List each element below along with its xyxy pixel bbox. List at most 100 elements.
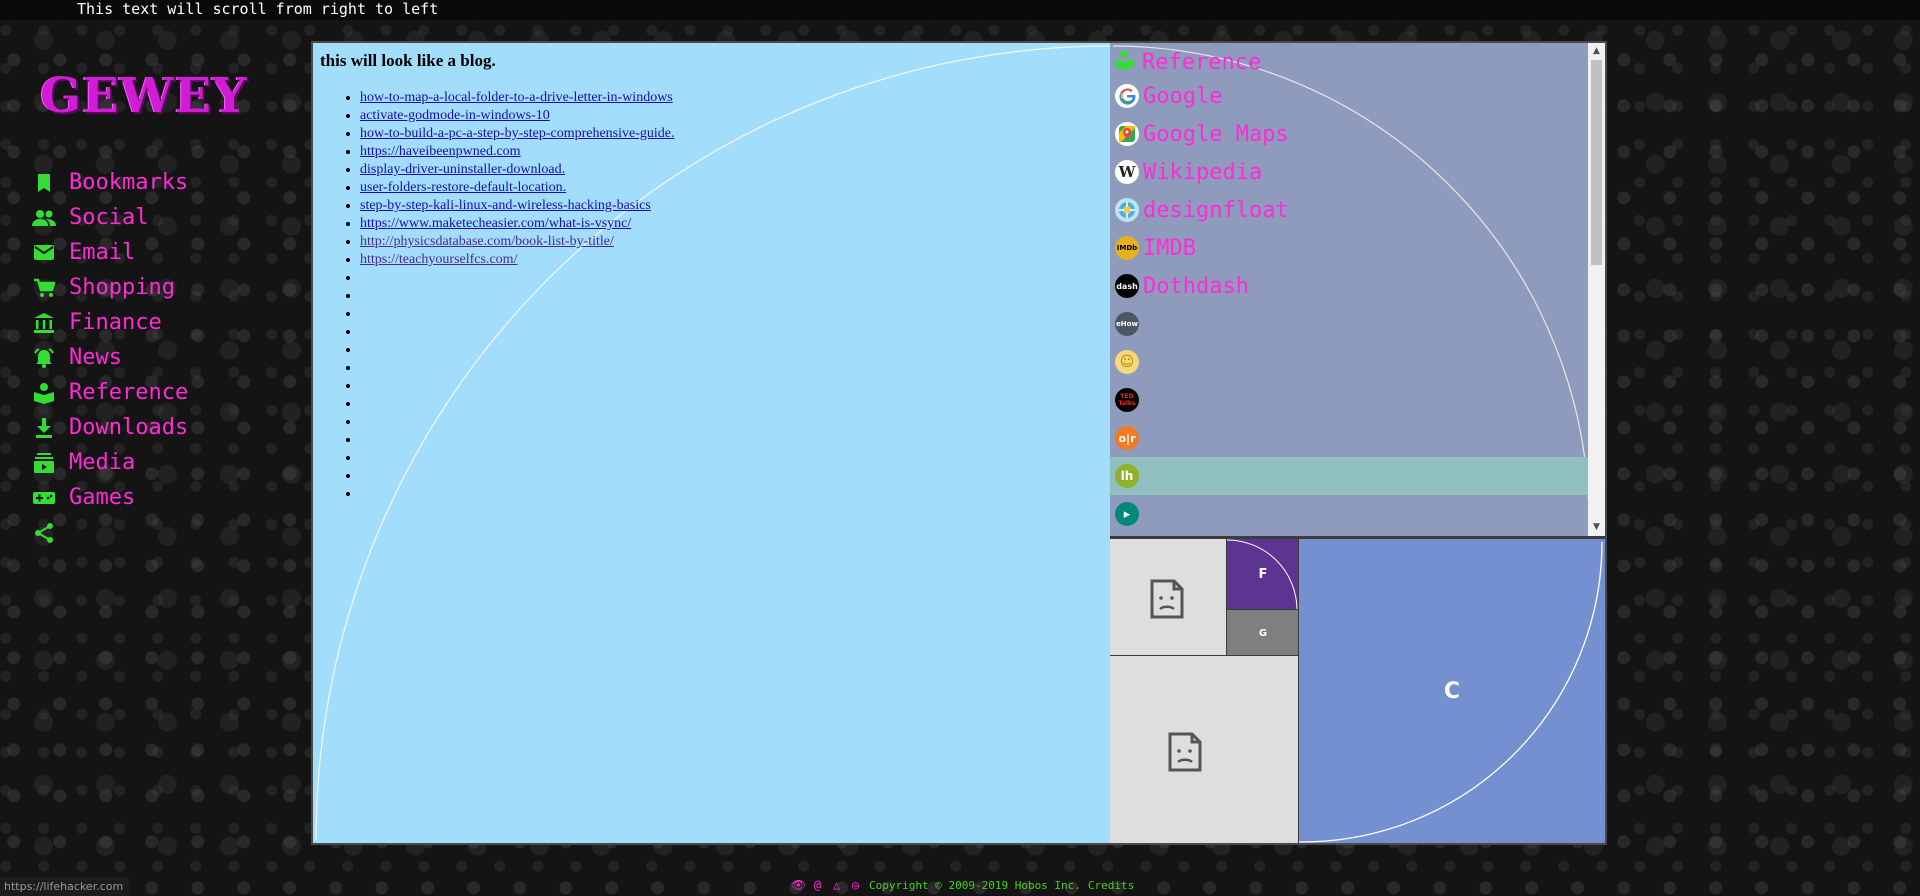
- reference-heading: Reference: [1114, 49, 1261, 75]
- imdb-icon: IMDb: [1115, 236, 1139, 260]
- nav-label: Bookmarks: [69, 169, 189, 195]
- cart-icon: [32, 276, 56, 300]
- main-frame: this will look like a blog. how-to-map-a…: [311, 41, 1607, 845]
- nav-item-reference[interactable]: Reference: [32, 375, 188, 410]
- ehow-icon: eHow: [1115, 312, 1139, 336]
- broken-image-tile-small[interactable]: [1110, 539, 1227, 656]
- smiley-icon: ☺: [1115, 350, 1139, 374]
- list-item: how-to-build-a-pc-a-step-by-step-compreh…: [360, 125, 675, 143]
- empty-list-item: [360, 377, 675, 395]
- list-item-or[interactable]: o|r: [1110, 419, 1588, 457]
- nav-item-social[interactable]: Social: [32, 200, 188, 235]
- list-item: https://teachyourselfcs.com/: [360, 251, 675, 269]
- credits-link[interactable]: Credits: [1088, 879, 1134, 892]
- blog-link[interactable]: how-to-build-a-pc-a-step-by-step-compreh…: [360, 126, 675, 141]
- list-item-label: Dothdash: [1143, 273, 1249, 299]
- empty-list-item: [360, 449, 675, 467]
- marquee-text: This text will scroll from right to left: [77, 0, 439, 18]
- alarm-icon: [32, 346, 56, 370]
- scroll-up-arrow-icon[interactable]: ▲: [1588, 43, 1605, 60]
- blog-link[interactable]: activate-godmode-in-windows-10: [360, 108, 550, 123]
- nav-item-games[interactable]: Games: [32, 480, 188, 515]
- status-bar-url: https://lifehacker.com: [0, 877, 130, 896]
- empty-list-item: [360, 269, 675, 287]
- bank-icon: [32, 311, 56, 335]
- gamepad-icon: [32, 486, 56, 510]
- empty-list-item: [360, 467, 675, 485]
- nav-item-downloads[interactable]: Downloads: [32, 410, 188, 445]
- nav-item-bookmarks[interactable]: Bookmarks: [32, 165, 188, 200]
- eye-icon[interactable]: 👁: [789, 878, 808, 892]
- empty-list-item: [360, 287, 675, 305]
- empty-list-item: [360, 359, 675, 377]
- media-icon: [32, 451, 56, 475]
- list-item-imdb[interactable]: IMDb IMDB: [1110, 229, 1588, 267]
- right-panel: Reference Google Google Maps W Wikipedia…: [1110, 43, 1605, 843]
- list-item-wikipedia[interactable]: W Wikipedia: [1110, 153, 1588, 191]
- envelope-icon: [32, 241, 56, 265]
- nav-label: Downloads: [69, 414, 189, 440]
- empty-list-item: [360, 341, 675, 359]
- broken-image-icon: [1150, 579, 1184, 619]
- site-logo[interactable]: GEWEY: [40, 68, 260, 124]
- designfloat-icon: [1115, 198, 1139, 222]
- list-item-designfloat[interactable]: designfloat: [1110, 191, 1588, 229]
- list-item-ehow[interactable]: eHow: [1110, 305, 1588, 343]
- list-item-google-maps[interactable]: Google Maps: [1110, 115, 1588, 153]
- broken-image-icon: [1168, 732, 1202, 772]
- scrollbar-thumb[interactable]: [1591, 60, 1602, 265]
- share-icon: [32, 521, 56, 545]
- list-item-google[interactable]: Google: [1110, 77, 1588, 115]
- blog-link[interactable]: https://teachyourselfcs.com/: [360, 252, 517, 267]
- tile-border: [1110, 655, 1299, 656]
- reference-scrollbar[interactable]: ▲ ▼: [1588, 43, 1605, 536]
- list-item-bing[interactable]: ▸: [1110, 495, 1588, 533]
- list-item: how-to-map-a-local-folder-to-a-drive-let…: [360, 89, 675, 107]
- nav-item-email[interactable]: Email: [32, 235, 188, 270]
- empty-list-item: [360, 431, 675, 449]
- nav-label: Social: [69, 204, 149, 230]
- triangle-icon[interactable]: △: [827, 878, 846, 892]
- book-icon: [1114, 50, 1134, 74]
- list-item-ted[interactable]: TED Talks: [1110, 381, 1588, 419]
- target-icon[interactable]: ◎: [846, 878, 865, 892]
- blog-link[interactable]: https://haveibeenpwned.com: [360, 144, 521, 159]
- tile-border: [1298, 539, 1299, 843]
- list-item-label: IMDB: [1143, 235, 1196, 261]
- book-icon: [32, 381, 56, 405]
- tile-c[interactable]: C: [1299, 539, 1605, 843]
- blog-link[interactable]: user-folders-restore-default-location.: [360, 180, 566, 195]
- empty-list-item: [360, 485, 675, 503]
- list-item-smiley[interactable]: ☺: [1110, 343, 1588, 381]
- list-item-lifehacker[interactable]: lh: [1110, 457, 1588, 495]
- list-item: display-driver-uninstaller-download.: [360, 161, 675, 179]
- tile-border: [1227, 609, 1299, 610]
- broken-image-tile-large[interactable]: [1110, 656, 1299, 843]
- decorative-arc: [1227, 539, 1298, 610]
- nav-item-news[interactable]: News: [32, 340, 188, 375]
- scroll-down-arrow-icon[interactable]: ▼: [1588, 519, 1605, 536]
- nav-label: Shopping: [69, 274, 175, 300]
- blog-link[interactable]: how-to-map-a-local-folder-to-a-drive-let…: [360, 90, 673, 105]
- blog-link[interactable]: display-driver-uninstaller-download.: [360, 162, 565, 177]
- nav-item-finance[interactable]: Finance: [32, 305, 188, 340]
- blog-link[interactable]: https://www.maketecheasier.com/what-is-v…: [360, 216, 631, 231]
- list-item-label: Google: [1143, 83, 1223, 109]
- footer: 👁 @ △ ◎ Copyright © 2009-2019 Hobos Inc.…: [789, 876, 1134, 894]
- at-sign-icon[interactable]: @: [808, 878, 827, 892]
- list-item-label: Wikipedia: [1143, 159, 1263, 185]
- ted-talks-icon: TED Talks: [1115, 388, 1139, 412]
- list-item-dotdash[interactable]: dash Dothdash: [1110, 267, 1588, 305]
- nav-label: Email: [69, 239, 136, 265]
- nav-item-media[interactable]: Media: [32, 445, 188, 480]
- nav-item-share[interactable]: [32, 515, 188, 550]
- or-icon: o|r: [1115, 426, 1139, 450]
- blog-link[interactable]: http://physicsdatabase.com/book-list-by-…: [360, 234, 614, 249]
- nav-item-shopping[interactable]: Shopping: [32, 270, 188, 305]
- lifehacker-icon: lh: [1115, 464, 1139, 488]
- blog-link[interactable]: step-by-step-kali-linux-and-wireless-hac…: [360, 198, 651, 213]
- list-item: https://haveibeenpwned.com: [360, 143, 675, 161]
- copyright-text: Copyright © 2009-2019 Hobos Inc.: [869, 878, 1081, 892]
- wikipedia-icon: W: [1115, 160, 1139, 184]
- nav-label: News: [69, 344, 122, 370]
